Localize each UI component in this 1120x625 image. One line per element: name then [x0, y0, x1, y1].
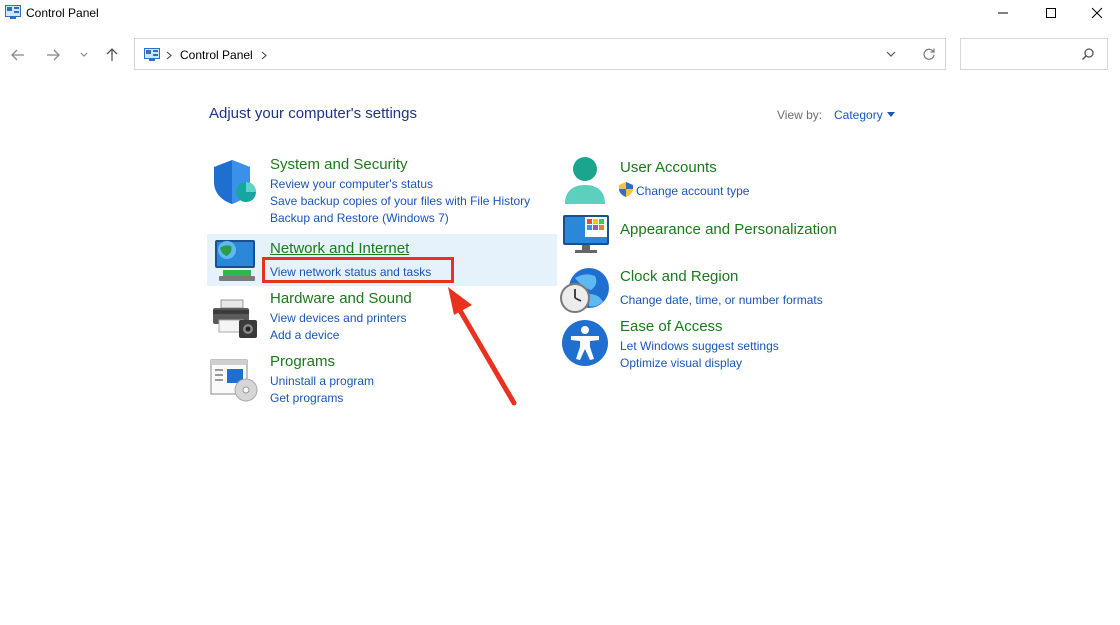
- maximize-button[interactable]: [1028, 0, 1074, 26]
- category-title-programs[interactable]: Programs: [270, 353, 335, 370]
- search-input[interactable]: [967, 45, 1081, 65]
- close-button[interactable]: [1074, 0, 1120, 26]
- chevron-right-icon[interactable]: [260, 51, 268, 60]
- arrow-left-icon: [11, 49, 24, 61]
- uac-shield-icon: [619, 182, 633, 197]
- link-change-date-time[interactable]: Change date, time, or number formats: [620, 293, 823, 307]
- link-suggest-settings[interactable]: Let Windows suggest settings: [620, 339, 779, 353]
- back-button[interactable]: [8, 45, 28, 65]
- search-icon[interactable]: [1081, 47, 1095, 61]
- link-view-devices[interactable]: View devices and printers: [270, 311, 407, 325]
- annotation-arrow-icon: [448, 287, 517, 406]
- page-title: Adjust your computer's settings: [209, 105, 417, 122]
- annotation-highlight-box: [262, 257, 454, 283]
- window-title: Control Panel: [26, 6, 99, 20]
- view-by-dropdown[interactable]: Category: [834, 108, 883, 122]
- clock-globe-icon[interactable]: [559, 264, 611, 316]
- view-by-label: View by:: [777, 108, 823, 122]
- link-get-programs[interactable]: Get programs: [270, 391, 343, 405]
- link-backup-restore[interactable]: Backup and Restore (Windows 7): [270, 211, 449, 225]
- title-bar: Control Panel: [0, 0, 1120, 28]
- category-title-user-accounts[interactable]: User Accounts: [620, 159, 717, 176]
- chevron-down-icon: [80, 52, 88, 57]
- link-optimize-display[interactable]: Optimize visual display: [620, 356, 742, 370]
- breadcrumb-control-panel[interactable]: Control Panel: [180, 48, 253, 62]
- forward-button[interactable]: [43, 45, 63, 65]
- category-title-clock-region[interactable]: Clock and Region: [620, 268, 738, 285]
- printer-icon[interactable]: [211, 298, 259, 340]
- address-bar[interactable]: Control Panel: [134, 38, 946, 70]
- category-title-system-security[interactable]: System and Security: [270, 156, 408, 173]
- link-change-account-type[interactable]: Change account type: [636, 184, 749, 198]
- link-review-status[interactable]: Review your computer's status: [270, 177, 433, 191]
- link-add-device[interactable]: Add a device: [270, 328, 339, 342]
- control-panel-icon: [5, 5, 21, 19]
- close-icon: [1091, 7, 1103, 19]
- accessibility-icon[interactable]: [561, 319, 609, 367]
- appearance-icon[interactable]: [561, 213, 611, 255]
- user-icon[interactable]: [562, 156, 608, 206]
- link-uninstall-program[interactable]: Uninstall a program: [270, 374, 374, 388]
- shield-icon[interactable]: [212, 158, 260, 206]
- minimize-button[interactable]: [980, 0, 1026, 26]
- recent-locations-button[interactable]: [74, 45, 94, 65]
- control-panel-icon: [144, 48, 160, 61]
- minimize-icon: [998, 12, 1008, 14]
- refresh-icon[interactable]: [922, 47, 936, 61]
- category-title-network-internet[interactable]: Network and Internet: [270, 240, 409, 257]
- search-box[interactable]: [960, 38, 1108, 70]
- category-title-appearance[interactable]: Appearance and Personalization: [620, 221, 837, 238]
- maximize-icon: [1046, 8, 1056, 18]
- category-title-hardware-sound[interactable]: Hardware and Sound: [270, 290, 412, 307]
- arrow-up-icon: [106, 48, 118, 61]
- caret-down-icon[interactable]: [887, 112, 895, 117]
- chevron-right-icon[interactable]: [165, 51, 173, 60]
- category-title-ease-access[interactable]: Ease of Access: [620, 318, 723, 335]
- network-icon[interactable]: [211, 236, 259, 284]
- programs-icon[interactable]: [210, 358, 260, 402]
- chevron-down-icon[interactable]: [885, 49, 897, 59]
- link-file-history[interactable]: Save backup copies of your files with Fi…: [270, 194, 530, 208]
- up-button[interactable]: [102, 45, 122, 65]
- arrow-right-icon: [47, 49, 60, 61]
